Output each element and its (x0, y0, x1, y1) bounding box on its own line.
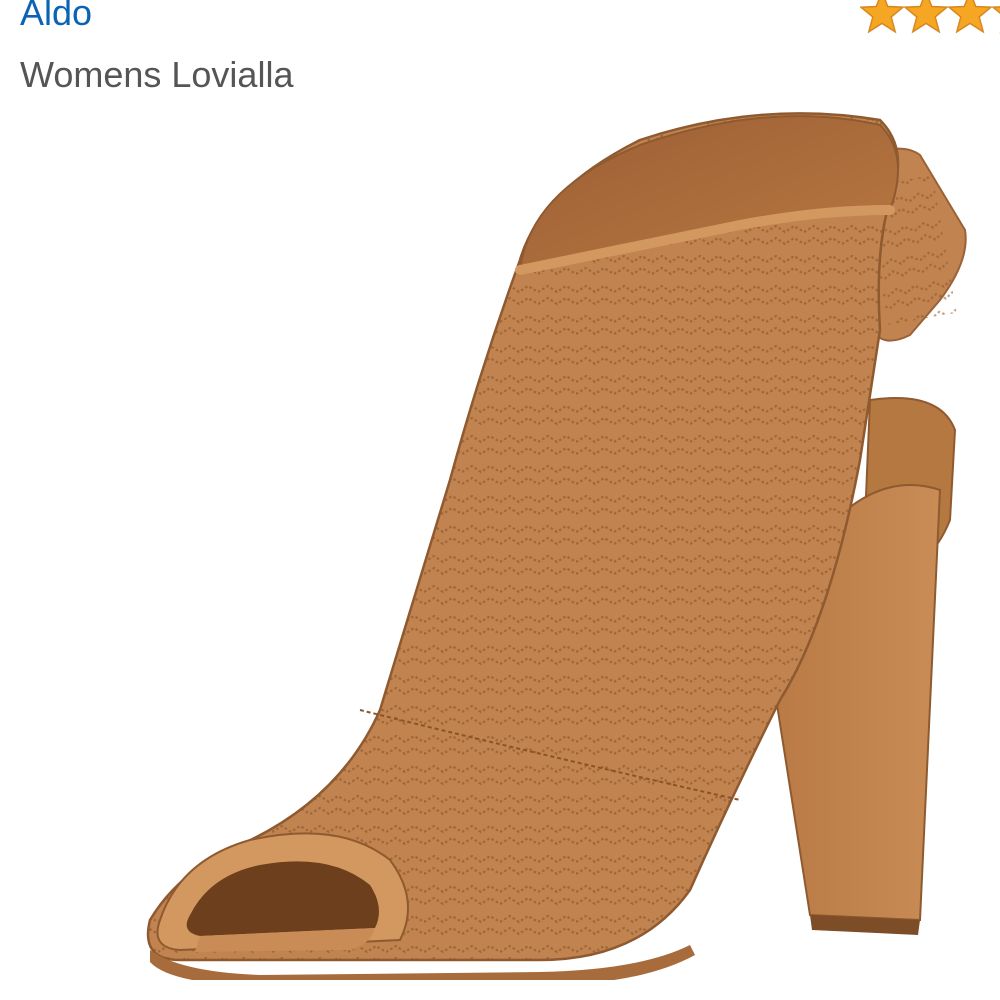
product-photo-shoe[interactable] (120, 100, 980, 980)
peep-toe (156, 832, 409, 952)
star-icon (947, 0, 993, 34)
star-rating[interactable] (860, 0, 1000, 38)
half-star-icon (991, 6, 1000, 34)
shoe-upper (146, 112, 900, 962)
product-card: Aldo Womens Lovialla (0, 0, 1000, 1000)
brand-link[interactable]: Aldo (20, 0, 92, 34)
product-title: Womens Lovialla (20, 54, 294, 95)
star-icon (903, 0, 949, 34)
star-icon (860, 0, 905, 34)
